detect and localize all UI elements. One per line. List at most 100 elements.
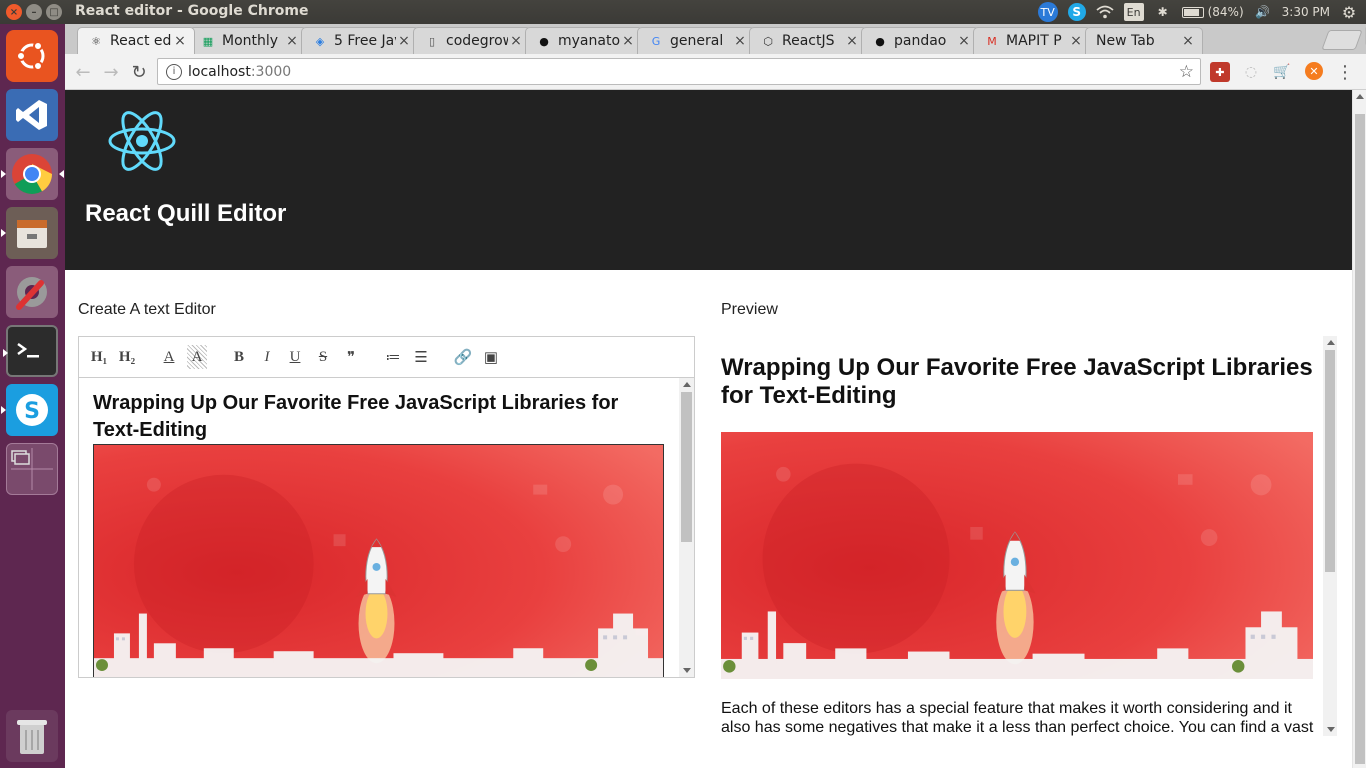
session-gear-icon[interactable]: ⚙ [1340,3,1358,22]
battery-indicator[interactable]: (84%) [1181,3,1244,21]
tab-favicon-icon: ⬡ [763,34,773,48]
extension-circle-icon[interactable]: ◌ [1241,62,1261,82]
forward-button[interactable]: → [99,60,123,84]
svg-text:S: S [24,399,40,424]
extension-orange-icon[interactable]: ✕ [1305,62,1323,80]
page-viewport: React Quill Editor Create A text Editor … [65,90,1352,768]
bookmark-star-icon[interactable]: ☆ [1179,62,1194,82]
ubuntu-dash-button[interactable] [6,30,58,82]
workspace-switcher-button[interactable] [6,443,58,495]
header-2-button[interactable]: H₂ [117,345,137,369]
terminal-icon [17,342,39,358]
page-scroll-thumb[interactable] [1355,114,1365,764]
tab-close-icon[interactable]: × [732,33,748,49]
tab-close-icon[interactable]: × [956,33,972,49]
scroll-up-arrow[interactable] [1327,340,1335,345]
cart-icon[interactable]: 🛒 [1272,62,1292,82]
bold-button[interactable]: B [229,345,249,369]
editor-heading[interactable]: Wrapping Up Our Favorite Free JavaScript… [93,390,663,444]
browser-tab[interactable]: ⬡ ReactJS × [749,27,867,54]
close-window-button[interactable]: × [6,4,22,20]
editor-scrollbar[interactable] [679,378,694,677]
italic-button[interactable]: I [257,345,277,369]
tab-close-icon[interactable]: × [1068,33,1084,49]
tab-title: general [670,33,724,49]
tab-close-icon[interactable]: × [172,33,188,49]
keyboard-layout-indicator[interactable]: En [1123,3,1144,21]
clock[interactable]: 3:30 PM [1282,3,1330,21]
preview-rocket-image [721,432,1313,679]
skype-launcher-button[interactable]: S [1,384,58,436]
address-bar[interactable]: i localhost :3000 ☆ [157,58,1201,85]
file-cabinet-icon [17,220,47,248]
tab-close-icon[interactable]: × [620,33,636,49]
header-1-button[interactable]: H₁ [89,345,109,369]
extension-red-icon[interactable]: ✚ [1210,62,1230,82]
scroll-down-arrow[interactable] [683,668,691,673]
chrome-launcher-button[interactable] [1,148,64,200]
vscode-launcher-button[interactable] [6,89,58,141]
tab-close-icon[interactable]: × [284,33,300,49]
system-settings-launcher-button[interactable] [6,266,58,318]
editor-scroll-thumb[interactable] [681,392,692,542]
editor-content-area[interactable]: Wrapping Up Our Favorite Free JavaScript… [79,378,679,677]
editor-label: Create A text Editor [78,301,216,318]
maximize-window-button[interactable]: □ [46,4,62,20]
tab-favicon-icon: ● [875,34,885,48]
teamviewer-icon[interactable]: TV [1037,2,1058,22]
skype-tray-icon[interactable]: S [1067,3,1086,21]
files-launcher-button[interactable] [1,207,58,259]
tab-favicon-icon: M [987,34,997,48]
scroll-up-arrow[interactable] [683,382,691,387]
vscode-icon [16,100,47,130]
new-tab-button[interactable] [1321,30,1363,50]
battery-percent: (84%) [1207,5,1244,19]
link-button[interactable]: 🔗 [453,345,473,369]
focused-indicator [59,170,64,178]
browser-tab[interactable]: ◈ 5 Free JavaScript× [301,27,419,54]
browser-tab[interactable]: ▯ codegrow × [413,27,531,54]
rocket-banner-illustration [94,445,663,677]
ordered-list-button[interactable]: ≔ [383,345,403,369]
reload-button[interactable]: ↻ [127,60,151,84]
preview-scroll-thumb[interactable] [1325,350,1335,572]
browser-tab[interactable]: M MAPIT P × [973,27,1091,54]
blockquote-button[interactable]: ❞ [341,345,361,369]
browser-toolbar: ← → ↻ i localhost :3000 ☆ ✚ ◌ 🛒 ✕ ⋮ [65,54,1366,90]
editor-rocket-image[interactable] [93,444,664,677]
chrome-icon [12,154,52,194]
browser-tab[interactable]: ▦ Monthly × [189,27,307,54]
tab-close-icon[interactable]: × [844,33,860,49]
browser-tab-strip: ⚛React editor×▦Monthly×◈5 Free JavaScrip… [65,24,1366,54]
scroll-up-arrow[interactable] [1356,94,1364,99]
tab-close-icon[interactable]: × [508,33,524,49]
bullet-list-button[interactable]: ☰ [411,345,431,369]
trash-launcher-button[interactable] [6,710,58,762]
browser-tab[interactable]: ● myanatomy× [525,27,643,54]
preview-scrollbar[interactable] [1323,336,1337,736]
background-color-button[interactable]: A [187,345,207,369]
back-button[interactable]: ← [71,60,95,84]
wifi-icon[interactable] [1096,3,1114,21]
tab-close-icon[interactable]: × [1180,33,1196,49]
underline-button[interactable]: U [285,345,305,369]
bluetooth-icon[interactable]: ✱ [1154,3,1172,21]
browser-tab[interactable]: Ggeneral × [637,27,755,54]
react-logo-icon [108,111,176,171]
chrome-menu-icon[interactable]: ⋮ [1335,62,1355,83]
minimize-window-button[interactable]: – [26,4,42,20]
tab-close-icon[interactable]: × [396,33,412,49]
rocket-banner-illustration [721,432,1313,679]
tab-favicon-icon: ▦ [202,34,214,48]
terminal-launcher-button[interactable] [3,325,58,377]
site-info-icon[interactable]: i [166,63,182,80]
page-scrollbar[interactable] [1352,90,1366,768]
volume-icon[interactable]: 🔊 [1254,3,1272,21]
browser-tab[interactable]: ⚛ React editor× [77,27,195,54]
text-color-button[interactable]: A [159,345,179,369]
browser-tab[interactable]: New Tab × [1085,27,1203,54]
scroll-down-arrow[interactable] [1327,727,1335,732]
image-button[interactable]: ▣ [481,345,501,369]
strike-button[interactable]: S [313,345,333,369]
browser-tab[interactable]: ● pandao × [861,27,979,54]
